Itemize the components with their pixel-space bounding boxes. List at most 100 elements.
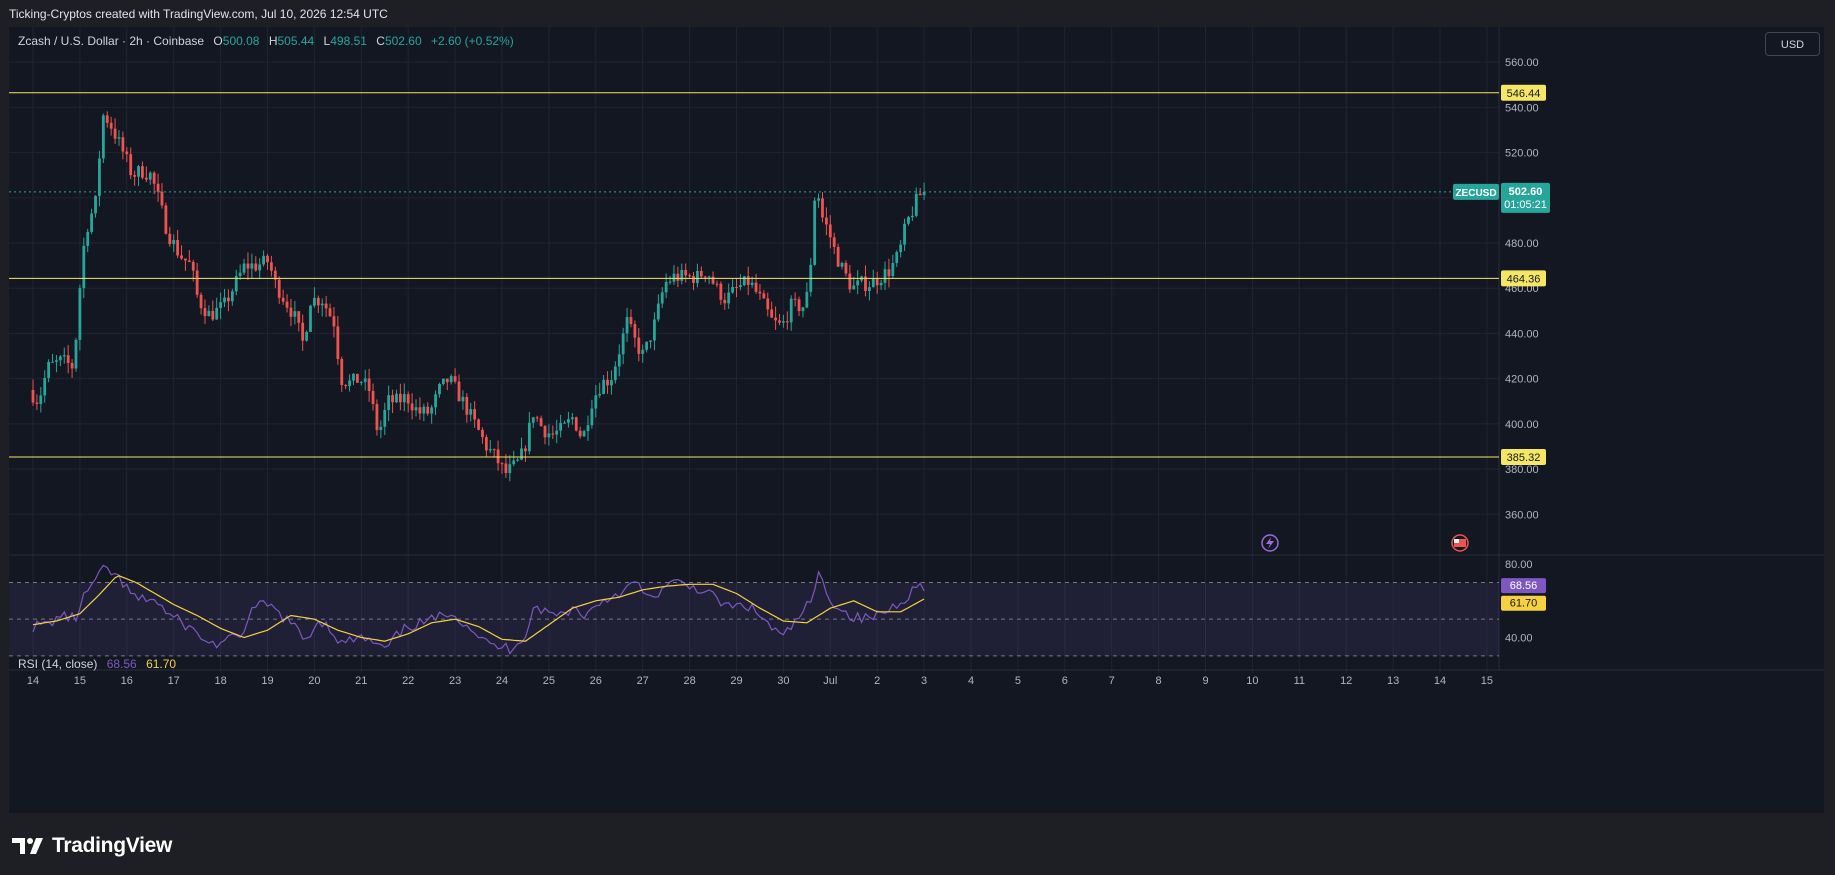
candle-body: [254, 263, 258, 271]
candle: [774, 306, 777, 330]
candles: [31, 111, 926, 482]
candle-body: [238, 272, 242, 277]
attribution-text: Ticking-Cryptos created with TradingView…: [9, 7, 388, 21]
candle-body: [848, 273, 852, 290]
candle: [907, 215, 910, 226]
candle-body: [914, 193, 918, 216]
candle-body: [363, 378, 367, 382]
close-label: C: [376, 34, 385, 48]
candle-body: [219, 302, 222, 308]
rsi-ma-value: 61.70: [146, 657, 177, 671]
time-tick-label: 28: [683, 675, 695, 687]
candle-body: [637, 337, 641, 354]
candle-body: [184, 258, 187, 261]
flash-icon[interactable]: [1261, 534, 1279, 552]
candle-body: [699, 270, 703, 277]
candle-body: [887, 269, 891, 277]
candle-body: [215, 307, 219, 320]
candle-body: [844, 262, 848, 274]
candle-body: [344, 385, 348, 387]
time-axis: 14 15 16 17 18 19 20 21 22 23 24 25 26 27 28 29 30 Jul 2 3 4…: [27, 675, 1493, 687]
candle: [152, 171, 156, 195]
time-tick-label: 12: [1340, 675, 1352, 687]
candle: [699, 266, 703, 278]
candle-body: [418, 407, 422, 414]
candle: [754, 273, 758, 294]
candle-body: [430, 407, 434, 414]
candle: [348, 374, 351, 392]
candle-body: [297, 311, 301, 323]
candle: [62, 347, 66, 364]
candle-body: [94, 195, 97, 214]
candle: [207, 305, 211, 317]
candle-body: [481, 429, 484, 438]
rsi-tick-label: 80.00: [1505, 559, 1533, 571]
tradingview-logo[interactable]: TradingView: [12, 834, 172, 858]
candle-body: [739, 285, 742, 288]
candle: [500, 462, 504, 474]
candle: [832, 232, 836, 255]
level-label: 464.36: [1507, 273, 1541, 285]
candle: [313, 287, 316, 308]
price-tick-label: 480.00: [1505, 238, 1539, 250]
candle: [281, 289, 285, 305]
candle: [844, 260, 848, 277]
candle-body: [227, 297, 230, 302]
candle-body: [676, 273, 680, 281]
candle: [496, 440, 500, 471]
candle: [137, 164, 140, 186]
currency-button[interactable]: USD: [1765, 32, 1820, 56]
candle: [109, 116, 113, 136]
candle: [121, 131, 125, 160]
candle: [305, 330, 308, 342]
candle: [355, 373, 359, 383]
chart-canvas[interactable]: 560.00540.00520.00500.00480.00460.00440.…: [9, 27, 1824, 813]
symbol-name[interactable]: Zcash / U.S. Dollar · 2h · Coinbase: [18, 34, 204, 48]
candle-body: [434, 394, 437, 408]
candle-body: [770, 309, 774, 318]
high-value: 505.44: [277, 34, 315, 48]
candle-body: [719, 283, 723, 300]
candle: [395, 389, 398, 404]
candle-body: [223, 297, 226, 303]
candle: [66, 344, 70, 374]
candle: [51, 353, 54, 363]
candle-body: [414, 407, 418, 411]
candle-body: [488, 449, 492, 451]
candle-body: [352, 373, 355, 381]
chart-frame[interactable]: 560.00540.00520.00500.00480.00460.00440.…: [9, 27, 1824, 813]
price-tick-label: 380.00: [1505, 464, 1539, 476]
candle-body: [723, 299, 727, 304]
candle-body: [336, 326, 340, 360]
rsi-label[interactable]: RSI (14, close): [18, 657, 97, 671]
candle-body: [664, 281, 668, 293]
candle-body: [301, 322, 305, 341]
time-tick-label: 15: [74, 675, 86, 687]
candle-body: [90, 213, 94, 232]
candle-body: [313, 297, 316, 306]
candle: [746, 266, 750, 296]
candle: [821, 192, 824, 223]
candle: [875, 271, 879, 294]
candle: [809, 257, 813, 297]
candle-body: [531, 417, 535, 423]
ticker-label: ZECUSD: [1455, 188, 1496, 199]
candle-body: [31, 389, 35, 403]
time-tick-label: 3: [921, 675, 927, 687]
flag-icon[interactable]: [1451, 534, 1469, 552]
candle: [719, 281, 723, 305]
candle: [391, 389, 394, 414]
candle-body: [653, 319, 656, 341]
candle-body: [594, 395, 598, 409]
candle: [426, 402, 430, 416]
candle-body: [477, 419, 480, 430]
candle: [418, 397, 422, 420]
candle: [117, 130, 121, 146]
candle: [766, 292, 770, 317]
candle: [363, 369, 367, 391]
candle: [824, 207, 828, 236]
candle-body: [453, 376, 457, 382]
candle: [113, 118, 117, 144]
candle: [488, 439, 492, 454]
candle: [610, 370, 613, 395]
